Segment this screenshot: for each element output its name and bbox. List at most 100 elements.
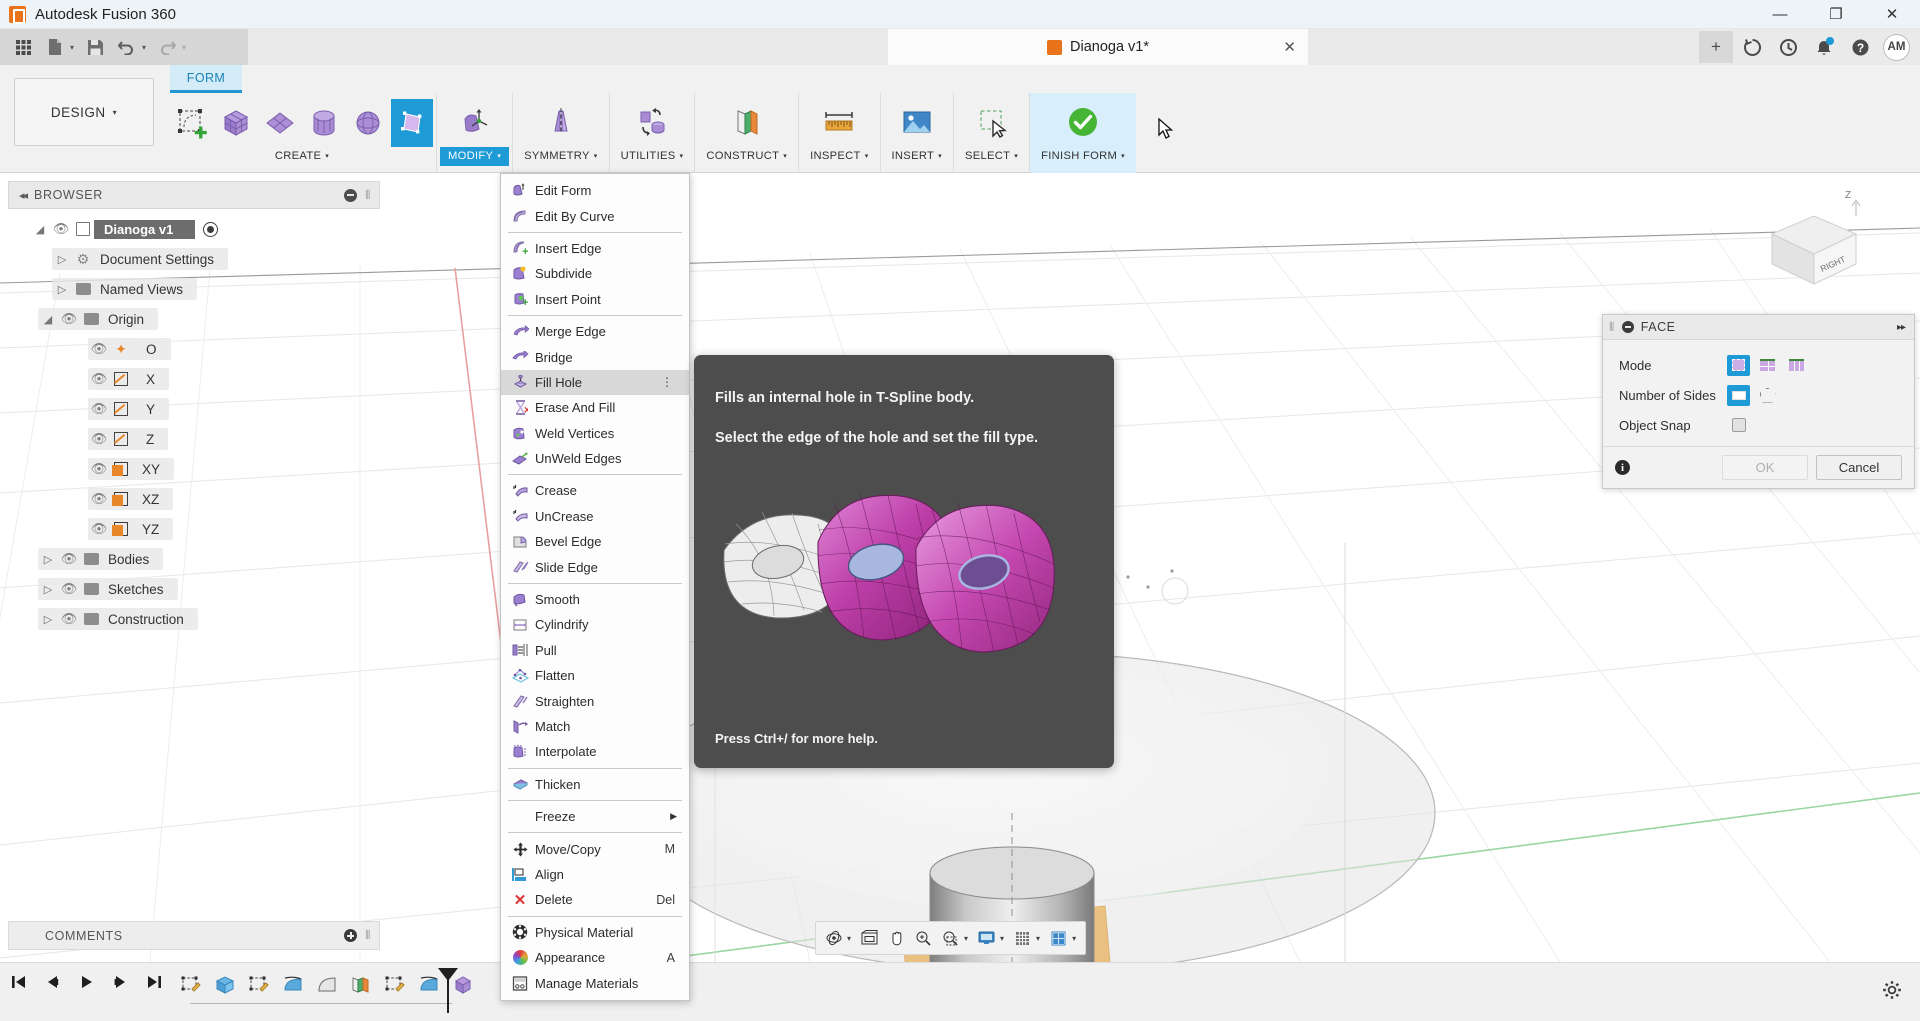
redo-caret-icon[interactable]: ▾ <box>182 43 190 52</box>
expander-right-icon[interactable]: ▷ <box>52 253 72 266</box>
browser-minimize-icon[interactable] <box>344 188 358 202</box>
display-caret-icon[interactable]: ▾ <box>1000 934 1009 943</box>
info-icon[interactable]: i <box>1615 460 1630 475</box>
ribbon-group-construct-label[interactable]: CONSTRUCT ▾ <box>698 147 795 166</box>
grid-snaps-icon[interactable] <box>1009 924 1036 952</box>
ok-button[interactable]: OK <box>1722 455 1808 480</box>
view-cube[interactable]: Z RIGHT <box>1752 186 1872 291</box>
box-icon[interactable] <box>215 99 257 147</box>
viewports-caret-icon[interactable]: ▾ <box>1072 934 1081 943</box>
menu-item-interpolate[interactable]: Interpolate <box>501 739 689 764</box>
menu-item-manage-materials[interactable]: Manage Materials <box>501 970 689 995</box>
visibility-eye-icon[interactable]: 👁 <box>58 551 80 567</box>
menu-item-pull[interactable]: Pull <box>501 638 689 663</box>
step-back-icon[interactable] <box>42 974 62 990</box>
menu-item-move-copy[interactable]: Move/Copy M <box>501 836 689 861</box>
sketch-feature[interactable] <box>382 973 408 997</box>
expander-down-icon[interactable]: ◢ <box>38 313 58 326</box>
play-icon[interactable] <box>76 974 96 990</box>
menu-item-flatten[interactable]: Flatten <box>501 663 689 688</box>
menu-item-bevel-edge[interactable]: Bevel Edge <box>501 529 689 554</box>
insert-mcmaster-icon[interactable] <box>896 99 938 147</box>
expander-right-icon[interactable]: ▷ <box>38 553 58 566</box>
menu-item-insert-point[interactable]: + Insert Point <box>501 287 689 312</box>
ribbon-group-create-label[interactable]: CREATE ▾ <box>267 147 337 166</box>
document-tab[interactable]: Dianoga v1* ✕ <box>888 29 1308 65</box>
tree-row-sketches[interactable]: ▷ 👁 Sketches <box>8 574 380 604</box>
add-comment-icon[interactable] <box>344 929 358 942</box>
ribbon-group-insert-label[interactable]: INSERT ▾ <box>884 147 950 166</box>
expander-right-icon[interactable]: ▷ <box>38 583 58 596</box>
go-to-beginning-icon[interactable] <box>8 974 28 990</box>
orbit-caret-icon[interactable]: ▾ <box>847 934 856 943</box>
menu-item-crease[interactable]: Crease <box>501 478 689 503</box>
sketch-feature[interactable] <box>178 973 204 997</box>
user-avatar[interactable]: AM <box>1883 33 1910 61</box>
workspace-selector[interactable]: DESIGN ▾ <box>14 78 154 146</box>
visibility-eye-icon[interactable]: 👁 <box>88 371 110 387</box>
visibility-eye-icon[interactable]: 👁 <box>88 341 110 357</box>
menu-item-smooth[interactable]: Smooth <box>501 587 689 612</box>
face-dialog-header[interactable]: ⦀ FACE ▸▸ <box>1603 315 1914 340</box>
go-to-end-icon[interactable] <box>144 974 164 990</box>
viewports-icon[interactable] <box>1045 924 1072 952</box>
expander-down-icon[interactable]: ◢ <box>30 223 50 236</box>
quadball-icon[interactable] <box>391 99 433 147</box>
browser-grip-icon[interactable]: ⦀ <box>365 188 371 203</box>
menu-item-freeze[interactable]: Freeze ▶ <box>501 804 689 829</box>
menu-item-delete[interactable]: ✕ Delete Del <box>501 887 689 912</box>
undo-icon[interactable] <box>112 33 142 61</box>
orbit-icon[interactable] <box>820 924 847 952</box>
visibility-eye-icon[interactable]: 👁 <box>58 581 80 597</box>
visibility-eye-icon[interactable]: 👁 <box>88 491 110 507</box>
tree-row-plane-yz[interactable]: 👁 YZ <box>8 514 380 544</box>
sphere-icon[interactable] <box>347 99 389 147</box>
visibility-eye-icon[interactable]: 👁 <box>88 401 110 417</box>
pentagon-sides-option[interactable] <box>1756 385 1779 406</box>
tree-row-named-views[interactable]: ▷ Named Views <box>8 274 380 304</box>
plane-icon[interactable] <box>259 99 301 147</box>
navigation-bar[interactable]: ▾ ▾ ▾ ▾ ▾ <box>815 921 1087 955</box>
ribbon-group-utilities-label[interactable]: UTILITIES ▾ <box>613 147 692 166</box>
offset-plane-feature[interactable] <box>348 973 374 997</box>
new-document-caret-icon[interactable]: ▾ <box>70 43 78 52</box>
grid-2x2-mode-option[interactable] <box>1756 355 1779 376</box>
help-icon[interactable]: ? <box>1843 31 1877 63</box>
grid-caret-icon[interactable]: ▾ <box>1036 934 1045 943</box>
measure-icon[interactable] <box>818 99 860 147</box>
rectangle-sides-option[interactable] <box>1727 384 1750 406</box>
tree-row-root[interactable]: ◢ 👁 Dianoga v1 <box>8 214 380 244</box>
finish-form-check-icon[interactable] <box>1062 99 1104 147</box>
dialog-collapse-icon[interactable] <box>1621 321 1634 333</box>
cylinder-icon[interactable] <box>303 99 345 147</box>
menu-item-physical-material[interactable]: Physical Material <box>501 920 689 945</box>
convert-icon[interactable] <box>631 99 673 147</box>
menu-item-appearance[interactable]: Appearance A <box>501 945 689 970</box>
tree-row-construction[interactable]: ▷ 👁 Construction <box>8 604 380 634</box>
single-face-mode-option[interactable] <box>1727 354 1750 376</box>
save-icon[interactable] <box>80 33 110 61</box>
undo-caret-icon[interactable]: ▾ <box>142 43 150 52</box>
sketch-feature[interactable] <box>246 973 272 997</box>
tree-row-axis-y[interactable]: 👁 Y <box>8 394 380 424</box>
comments-grip-icon[interactable]: ⦀ <box>365 928 371 943</box>
display-settings-icon[interactable] <box>973 924 1000 952</box>
object-snap-checkbox[interactable] <box>1727 415 1750 436</box>
menu-item-cylindrify[interactable]: Cylindrify <box>501 612 689 637</box>
minimize-button[interactable]: — <box>1752 0 1808 29</box>
visibility-eye-icon[interactable]: 👁 <box>88 431 110 447</box>
visibility-eye-icon[interactable]: 👁 <box>88 521 110 537</box>
tree-row-bodies[interactable]: ▷ 👁 Bodies <box>8 544 380 574</box>
visibility-eye-icon[interactable]: 👁 <box>50 221 72 237</box>
menu-item-slide-edge[interactable]: Slide Edge <box>501 554 689 579</box>
zoom-window-caret-icon[interactable]: ▾ <box>964 934 973 943</box>
tree-row-axis-z[interactable]: 👁 Z <box>8 424 380 454</box>
close-button[interactable]: ✕ <box>1864 0 1920 29</box>
grid-columns-mode-option[interactable] <box>1785 355 1808 376</box>
browser-collapse-icon[interactable]: ◂◂ <box>9 189 34 202</box>
ribbon-group-symmetry-label[interactable]: SYMMETRY ▾ <box>516 147 605 166</box>
tree-row-origin[interactable]: ◢ 👁 Origin <box>8 304 380 334</box>
menu-item-subdivide[interactable]: Subdivide <box>501 261 689 286</box>
ribbon-group-finish-form-label[interactable]: FINISH FORM ▾ <box>1033 147 1133 166</box>
dialog-expand-icon[interactable]: ▸▸ <box>1897 322 1914 333</box>
